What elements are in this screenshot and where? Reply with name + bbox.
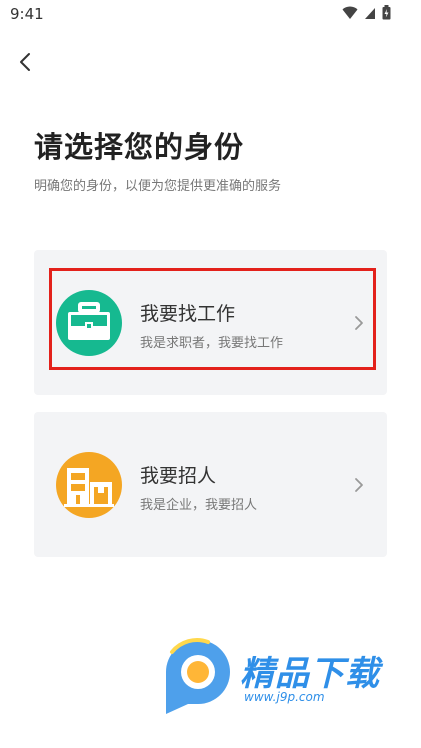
role-card-job-seeker[interactable]: 我要找工作 我是求职者，我要找工作 bbox=[34, 250, 387, 395]
chevron-right-icon bbox=[355, 316, 363, 330]
status-bar: 9:41 bbox=[0, 0, 421, 28]
page-subtitle: 明确您的身份，以便为您提供更准确的服务 bbox=[34, 179, 282, 194]
back-button[interactable] bbox=[14, 50, 38, 74]
wifi-icon bbox=[342, 6, 358, 19]
chevron-left-icon bbox=[20, 53, 30, 71]
status-time: 9:41 bbox=[10, 5, 44, 23]
building-icon bbox=[64, 468, 114, 507]
battery-icon bbox=[382, 5, 391, 20]
page-title: 请选择您的身份 bbox=[34, 130, 245, 164]
role-card-recruiter[interactable]: 我要招人 我是企业，我要招人 bbox=[34, 412, 387, 557]
role-title: 我要找工作 bbox=[140, 303, 236, 325]
briefcase-icon bbox=[68, 302, 110, 340]
watermark-url: www.j9p.com bbox=[244, 690, 325, 704]
role-description: 我是企业，我要招人 bbox=[140, 498, 258, 513]
watermark-text: 精品下载 bbox=[240, 654, 380, 694]
role-icon-recruiter bbox=[56, 452, 122, 518]
watermark-logo-icon bbox=[166, 638, 230, 714]
role-title: 我要招人 bbox=[140, 465, 217, 487]
chevron-right-icon bbox=[355, 478, 363, 492]
status-icons bbox=[342, 5, 391, 20]
role-description: 我是求职者，我要找工作 bbox=[140, 336, 284, 351]
watermark: 精品下载 www.j9p.com bbox=[158, 632, 398, 717]
signal-icon bbox=[365, 7, 375, 19]
role-icon-job-seeker bbox=[56, 290, 122, 356]
